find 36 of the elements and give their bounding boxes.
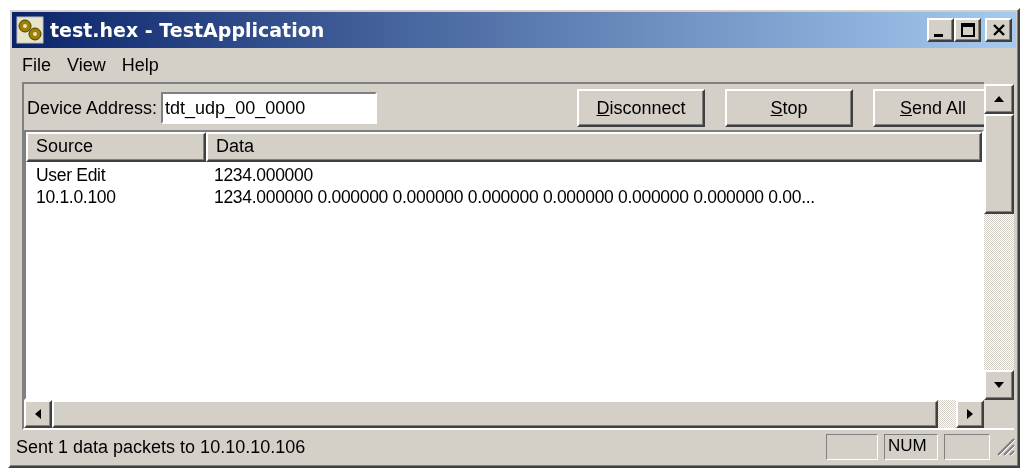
device-address-label: Device Address:: [26, 97, 159, 119]
toolbar-button[interactable]: Disconnect: [577, 89, 706, 127]
toolbar-button[interactable]: Stop: [725, 89, 854, 127]
app-icon: [16, 16, 44, 44]
table-cell-text: User Edit: [35, 164, 107, 186]
column-header[interactable]: Source: [26, 132, 206, 162]
close-icon: [991, 23, 1006, 37]
scroll-up-button[interactable]: [984, 84, 1014, 114]
close-button[interactable]: [985, 18, 1012, 42]
arrow-left-icon: [35, 409, 41, 419]
column-header[interactable]: Data: [206, 132, 982, 162]
scrollbar-thumb[interactable]: [52, 400, 938, 428]
menu-item[interactable]: File: [14, 52, 59, 78]
status-pane: [944, 434, 990, 460]
scroll-right-button[interactable]: [956, 400, 984, 428]
minimize-button[interactable]: [927, 18, 954, 42]
table-cell-text: 1234.000000: [213, 164, 313, 186]
arrow-right-icon: [967, 409, 973, 419]
maximize-button[interactable]: [954, 18, 981, 42]
scroll-down-button[interactable]: [984, 370, 1014, 400]
toolbar-button[interactable]: Send All: [873, 89, 984, 127]
window-title: test.hex - TestApplication: [50, 19, 326, 41]
scrollbar-thumb[interactable]: [984, 114, 1014, 214]
menu-item[interactable]: View: [59, 52, 114, 78]
minimize-icon: [934, 33, 943, 37]
status-pane: [826, 434, 878, 460]
menu-item[interactable]: Help: [113, 52, 167, 78]
table-cell-text: 1234.000000 0.000000 0.000000 0.000000 0.000000 0.000000 0.000000 0.00...: [213, 186, 815, 208]
arrow-up-icon: [994, 96, 1004, 102]
arrow-down-icon: [994, 382, 1004, 388]
status-message: Sent 1 data packets to 10.10.10.106: [16, 436, 307, 458]
table-cell-text: 10.1.0.100: [35, 186, 117, 208]
device-address-field[interactable]: tdt_udp_00_0000: [161, 92, 378, 124]
scroll-left-button[interactable]: [24, 400, 52, 428]
maximize-icon: [960, 23, 975, 37]
status-indicator: NUM: [884, 434, 938, 460]
